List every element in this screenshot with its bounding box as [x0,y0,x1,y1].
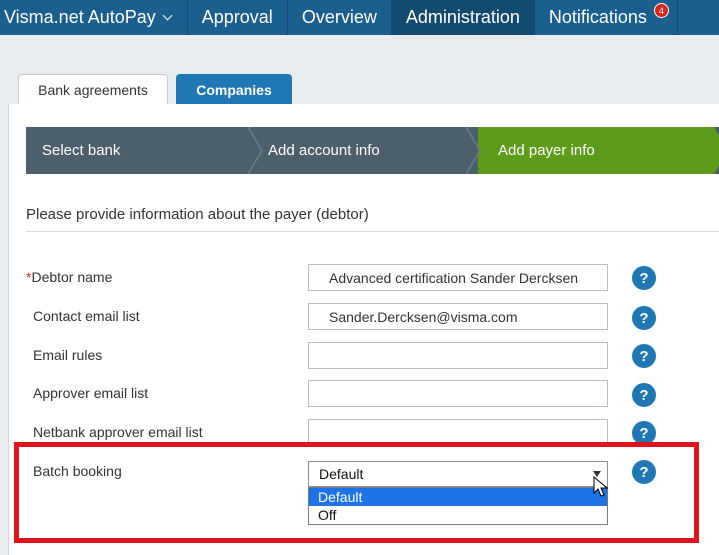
tab-bank-agreements[interactable]: Bank agreements [18,74,168,105]
step-separator [712,127,719,174]
help-icon[interactable]: ? [632,306,656,330]
email-rules-label: Email rules [33,347,103,363]
contact-email-input[interactable]: Sander.Dercksen@visma.com [308,303,608,330]
divider [26,231,719,232]
wizard-steps: Select bank Add account info Add payer i… [26,127,719,174]
step-separator [466,127,486,174]
wizard-step-add-account-info[interactable]: Add account info [268,127,380,174]
email-rules-input[interactable] [308,342,608,369]
step-separator [248,127,263,174]
notification-badge: 4 [653,3,669,18]
wizard-step-add-payer-info[interactable]: Add payer info [498,127,595,174]
nav-approval[interactable]: Approval [188,0,288,35]
contact-email-label: Contact email list [33,308,140,324]
help-icon[interactable]: ? [632,344,656,368]
nav-notifications[interactable]: Notifications 4 [535,0,678,35]
help-icon[interactable]: ? [632,266,656,290]
nav-administration[interactable]: Administration [391,0,535,35]
tab-companies[interactable]: Companies [176,74,292,105]
nav-overview[interactable]: Overview [288,0,392,35]
approver-email-label: Approver email list [33,385,149,401]
chevron-down-icon [162,10,173,21]
debtor-name-label: *Debtor name [26,269,113,285]
app-name: Visma.net AutoPay [4,7,156,27]
top-navigation: Visma.net AutoPay Approval Overview Admi… [0,0,719,35]
help-icon[interactable]: ? [632,383,656,407]
wizard-step-select-bank[interactable]: Select bank [42,127,120,174]
approver-email-input[interactable] [308,380,608,407]
section-intro: Please provide information about the pay… [26,206,369,223]
netbank-approver-label: Netbank approver email list [33,424,203,440]
app-switcher[interactable]: Visma.net AutoPay [0,0,188,35]
debtor-name-input[interactable]: Advanced certification Sander Dercksen [308,264,608,291]
cursor-icon [593,476,609,497]
